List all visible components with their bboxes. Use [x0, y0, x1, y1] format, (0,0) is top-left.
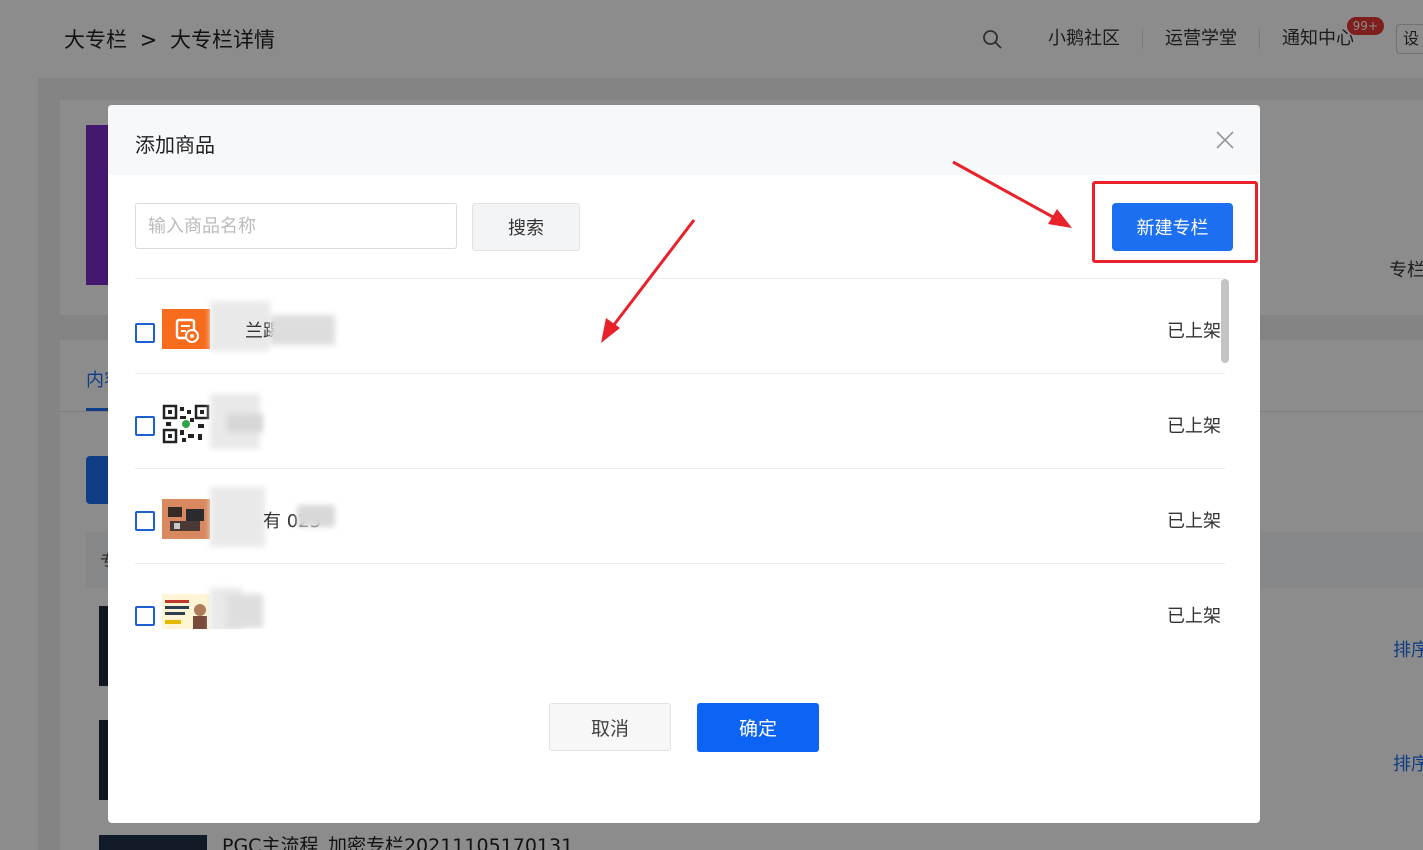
item-checkbox[interactable]: [135, 323, 155, 343]
redacted-area: [210, 487, 265, 547]
redacted-area: [297, 505, 335, 527]
item-status: 已上架: [1167, 511, 1221, 532]
search-button[interactable]: 搜索: [472, 203, 580, 251]
item-status: 已上架: [1167, 321, 1221, 342]
add-product-dialog: 添加商品 搜索 新建专栏 兰踢 品 已上架: [108, 105, 1260, 823]
item-checkbox[interactable]: [135, 606, 155, 626]
redacted-area: [227, 594, 263, 628]
dialog-title: 添加商品: [135, 133, 215, 157]
item-status: 已上架: [1167, 416, 1221, 437]
item-checkbox[interactable]: [135, 511, 155, 531]
dialog-header: 添加商品: [108, 105, 1260, 175]
cancel-button[interactable]: 取消: [549, 703, 671, 751]
list-item[interactable]: 有 023 已上架: [135, 469, 1225, 564]
list-item[interactable]: 已上架: [135, 374, 1225, 469]
list-item[interactable]: 已上架: [135, 564, 1225, 629]
redacted-area: [227, 414, 263, 432]
redacted-area: [270, 315, 335, 345]
confirm-button[interactable]: 确定: [697, 703, 819, 752]
photo-thumbnail-icon: [162, 499, 210, 539]
product-list: 兰踢 品 已上架: [135, 279, 1225, 629]
poster-thumbnail-icon: [162, 594, 210, 629]
qr-code-icon: [162, 404, 210, 444]
close-icon[interactable]: [1214, 129, 1236, 151]
list-item[interactable]: 兰踢 品 已上架: [135, 279, 1225, 374]
item-status: 已上架: [1167, 606, 1221, 627]
list-scrollbar-thumb[interactable]: [1221, 279, 1229, 363]
annotation-highlight-box: [1092, 181, 1258, 263]
orange-product-icon: [162, 309, 210, 349]
product-search-input[interactable]: [135, 203, 457, 249]
item-checkbox[interactable]: [135, 416, 155, 436]
